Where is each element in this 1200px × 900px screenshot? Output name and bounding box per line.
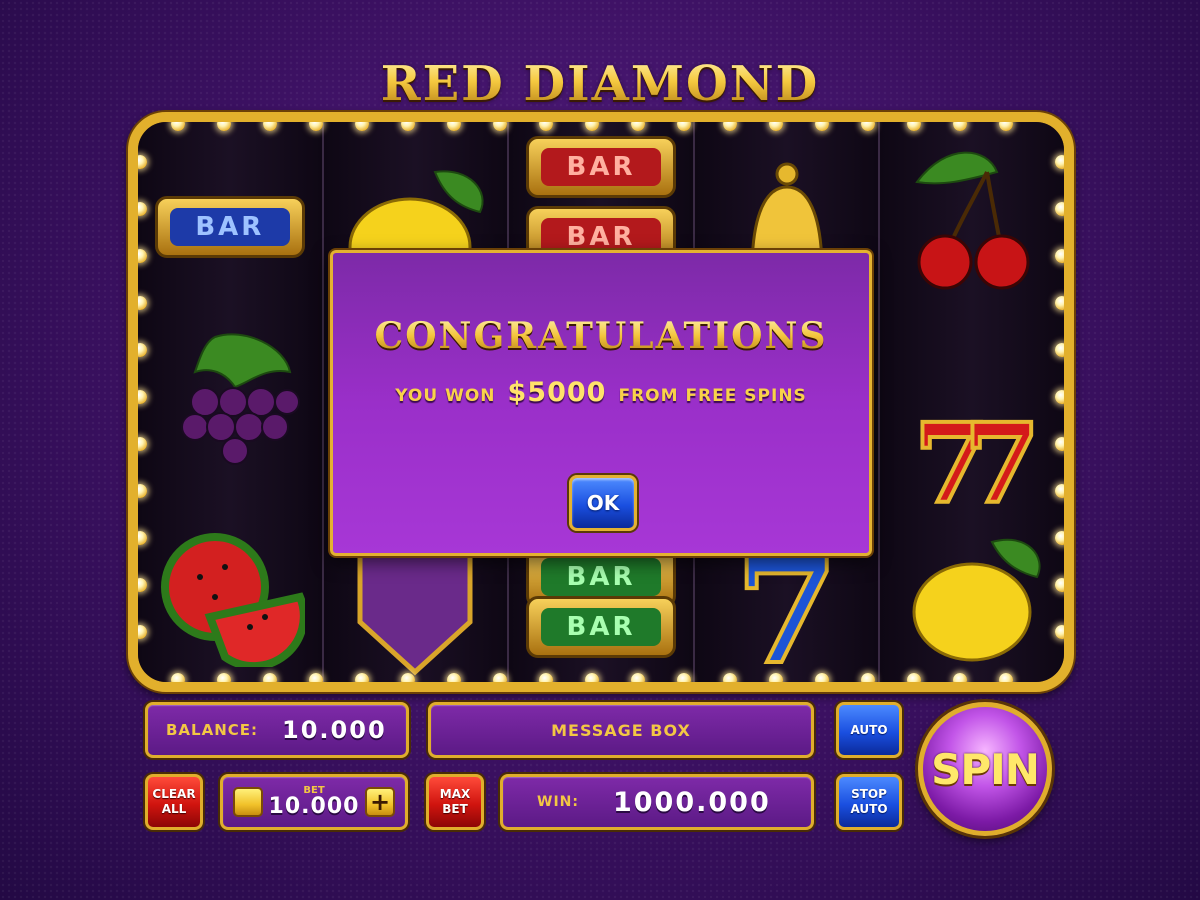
bet-control: BET 10.000 + [220, 774, 408, 830]
dialog-title: CONGRATULATIONS [333, 315, 869, 357]
message-box: MESSAGE BOX [428, 702, 814, 758]
dialog-message-suffix: FROM FREE SPINS [618, 386, 807, 406]
grapes-icon [155, 327, 305, 477]
lemon-icon [897, 522, 1047, 672]
balance-label: BALANCE: [166, 721, 259, 739]
ok-button[interactable]: OK [569, 475, 637, 531]
cherries-icon [897, 142, 1047, 292]
max-bet-label: MAX BET [439, 787, 471, 816]
win-display: WIN: 1000.000 [500, 774, 814, 830]
balance-display: BALANCE: 10.000 [145, 702, 409, 758]
bar-blue-icon: BAR [154, 152, 305, 302]
reel-1: BAR [138, 122, 324, 682]
dialog-message: YOU WON $5000 FROM FREE SPINS [333, 377, 869, 408]
dialog-message-prefix: YOU WON [395, 386, 496, 406]
max-bet-button[interactable]: MAX BET [426, 774, 484, 830]
bet-display: BET 10.000 [269, 786, 360, 818]
clear-all-button[interactable]: CLEAR ALL [145, 774, 203, 830]
clear-all-label: CLEAR ALL [152, 787, 196, 816]
bar-green-icon: BAR [525, 582, 676, 672]
bet-decrease-button[interactable] [233, 787, 263, 817]
spin-button[interactable]: SPIN [918, 702, 1052, 836]
balance-value: 10.000 [282, 716, 387, 744]
game-title: RED DIAMOND [0, 56, 1200, 112]
bar-label: BAR [169, 208, 290, 246]
bet-value: 10.000 [268, 794, 360, 819]
stop-auto-label: STOP AUTO [850, 787, 888, 816]
message-box-text: MESSAGE BOX [551, 720, 691, 740]
auto-button[interactable]: AUTO [836, 702, 902, 758]
win-value: 1000.000 [612, 786, 771, 818]
bar-label: BAR [540, 148, 661, 186]
win-label: WIN: [537, 794, 579, 810]
seven-red-icon: 7 7 [897, 377, 1047, 527]
win-amount: $5000 [507, 377, 607, 408]
stop-auto-button[interactable]: STOP AUTO [836, 774, 902, 830]
bet-increase-button[interactable]: + [365, 787, 395, 817]
win-dialog: CONGRATULATIONS YOU WON $5000 FROM FREE … [330, 250, 872, 556]
watermelon-icon [155, 517, 305, 667]
spin-label: SPIN [931, 744, 1040, 794]
reel-5: 7 7 [880, 122, 1064, 682]
bar-label: BAR [540, 608, 661, 646]
seven-label: 7 [964, 399, 1041, 527]
